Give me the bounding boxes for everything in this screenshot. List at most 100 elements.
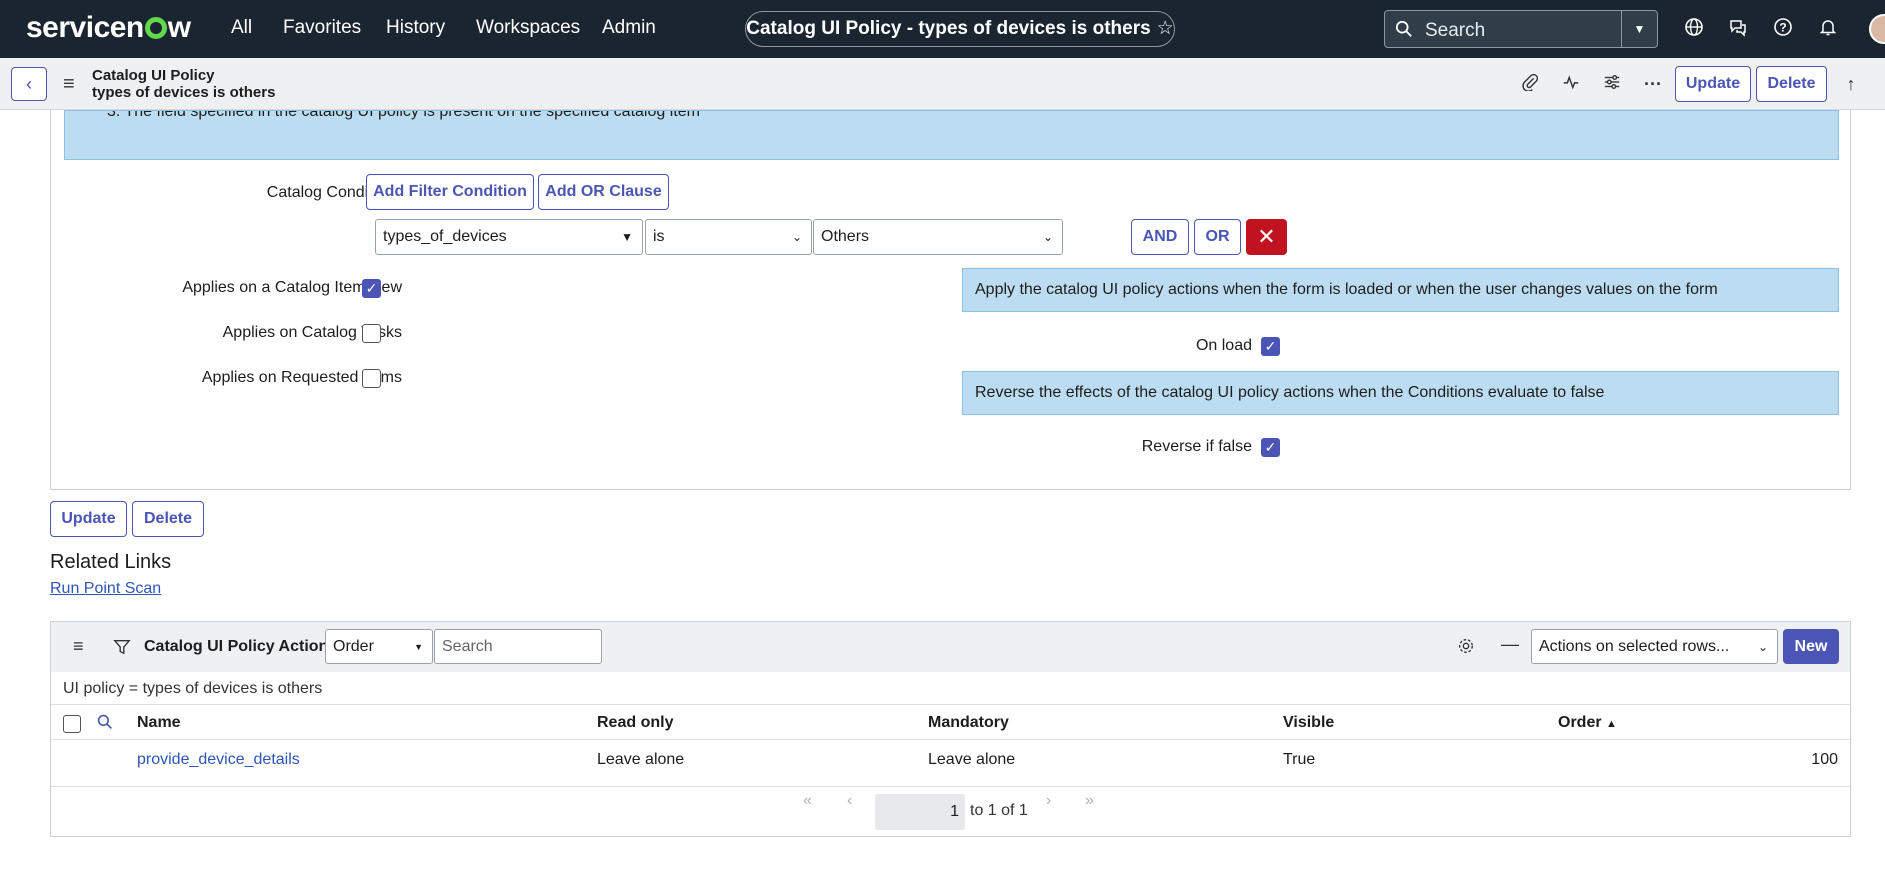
favorite-star-icon[interactable]: ☆: [1157, 18, 1174, 39]
more-options-icon[interactable]: ···: [1642, 73, 1664, 95]
scroll-top-arrow-icon[interactable]: ↑: [1840, 73, 1862, 95]
row-divider: [51, 739, 1850, 740]
list-actions-value: Actions on selected rows...: [1539, 638, 1730, 655]
column-search-icon[interactable]: [97, 714, 113, 730]
applies-catalog-item-view-checkbox[interactable]: ✓: [362, 279, 381, 298]
list-actions-select[interactable]: Actions on selected rows... ⌄: [1531, 629, 1778, 664]
and-button[interactable]: AND: [1131, 219, 1189, 255]
list-search-input[interactable]: Search: [434, 629, 602, 664]
column-mandatory[interactable]: Mandatory: [928, 714, 1009, 732]
next-page-icon[interactable]: ›: [1046, 792, 1051, 810]
header-delete-button[interactable]: Delete: [1756, 66, 1827, 102]
row-visible: True: [1283, 751, 1316, 768]
column-order[interactable]: Order ▲: [1558, 714, 1617, 732]
globe-icon[interactable]: [1683, 17, 1705, 39]
row-name-link[interactable]: provide_device_details: [137, 751, 300, 769]
reverse-if-false-label: Reverse if false: [1141, 438, 1252, 455]
previous-page-icon[interactable]: ‹: [847, 792, 852, 810]
conditions-info-box: 3. The field specified in the catalog UI…: [64, 110, 1839, 160]
applies-catalog-tasks-label: Applies on Catalog Tasks: [222, 324, 402, 341]
form-title-record: types of devices is others: [92, 84, 276, 101]
list-filter-breadcrumb: UI policy = types of devices is others: [63, 680, 323, 697]
nav-history[interactable]: History: [386, 17, 445, 39]
activity-stream-icon[interactable]: [1560, 73, 1582, 95]
onload-info-text: Apply the catalog UI policy actions when…: [975, 281, 1718, 298]
condition-value-select[interactable]: Others ⌄: [813, 219, 1063, 255]
select-all-checkbox[interactable]: [63, 715, 81, 733]
first-page-icon[interactable]: «: [803, 792, 812, 810]
related-list-title: Catalog UI Policy Actions: [144, 638, 338, 655]
nav-admin[interactable]: Admin: [602, 17, 656, 39]
search-scope-dropdown-icon[interactable]: ▼: [1621, 11, 1657, 47]
caret-down-icon: ▼: [621, 230, 633, 244]
checkmark-icon: ✓: [1264, 338, 1277, 354]
condition-value-value: Others: [821, 228, 870, 245]
or-button[interactable]: OR: [1194, 219, 1241, 255]
row-read-only: Leave alone: [597, 751, 685, 768]
checkmark-icon: ✓: [1264, 439, 1277, 455]
applies-requested-items-checkbox[interactable]: [362, 369, 381, 388]
form-title-table: Catalog UI Policy: [92, 67, 215, 84]
update-button[interactable]: Update: [50, 501, 127, 537]
svg-text:?: ?: [1779, 21, 1786, 35]
pager-range-text: to 1 of 1: [970, 802, 1028, 819]
attachment-icon[interactable]: [1519, 73, 1541, 95]
top-nav: servicen w All Favorites History Workspac…: [0, 0, 1885, 58]
on-load-label: On load: [1195, 337, 1252, 354]
record-title: Catalog UI Policy - types of devices is …: [746, 18, 1151, 39]
run-point-scan-link[interactable]: Run Point Scan: [50, 580, 161, 598]
help-icon[interactable]: ?: [1772, 17, 1794, 39]
record-title-pill[interactable]: Catalog UI Policy - types of devices is …: [745, 11, 1175, 47]
close-icon: ✕: [1257, 224, 1276, 249]
reverse-info-box: Reverse the effects of the catalog UI po…: [962, 371, 1839, 415]
filter-icon[interactable]: [113, 638, 131, 656]
condition-field-select[interactable]: types_of_devices ▼: [375, 219, 643, 255]
form-header: ‹ ≡ Catalog UI Policy types of devices i…: [0, 58, 1885, 110]
applies-requested-items-label: Applies on Requested Items: [201, 369, 402, 386]
context-menu-icon[interactable]: ≡: [63, 73, 75, 96]
global-search[interactable]: Search ▼: [1384, 10, 1658, 48]
row-mandatory: Leave alone: [928, 751, 1016, 768]
applies-catalog-item-view-label: Applies on a Catalog Item view: [182, 279, 402, 296]
collapse-minus-icon[interactable]: —: [1501, 634, 1519, 655]
reverse-info-text: Reverse the effects of the catalog UI po…: [975, 384, 1605, 401]
list-order-select[interactable]: Order ▼: [325, 629, 433, 664]
list-menu-icon[interactable]: ≡: [73, 636, 84, 657]
form-card: 3. The field specified in the catalog UI…: [50, 110, 1851, 490]
list-search-placeholder: Search: [442, 638, 493, 655]
on-load-checkbox[interactable]: ✓: [1261, 337, 1280, 356]
search-icon: [1395, 20, 1412, 37]
reverse-if-false-checkbox[interactable]: ✓: [1261, 438, 1280, 457]
gear-icon[interactable]: [1457, 637, 1475, 655]
column-read-only[interactable]: Read only: [597, 714, 673, 732]
column-order-label: Order: [1558, 714, 1602, 731]
condition-operator-select[interactable]: is ⌄: [645, 219, 812, 255]
nav-all[interactable]: All: [231, 17, 252, 39]
user-avatar[interactable]: [1869, 14, 1885, 44]
back-button[interactable]: ‹: [11, 67, 47, 101]
sort-ascending-icon: ▲: [1606, 718, 1617, 730]
remove-condition-button[interactable]: ✕: [1246, 219, 1287, 255]
nav-workspaces[interactable]: Workspaces: [476, 17, 580, 39]
delete-button[interactable]: Delete: [132, 501, 204, 537]
chevron-down-icon: ⌄: [1757, 640, 1768, 654]
last-page-icon[interactable]: »: [1085, 792, 1094, 810]
header-update-button[interactable]: Update: [1675, 66, 1751, 102]
new-button[interactable]: New: [1783, 629, 1839, 664]
column-name[interactable]: Name: [137, 714, 181, 732]
caret-down-icon: ▼: [414, 642, 423, 652]
notifications-bell-icon[interactable]: [1817, 17, 1839, 39]
column-visible[interactable]: Visible: [1283, 714, 1334, 732]
related-list: ≡ Catalog UI Policy Actions Order ▼ Searc…: [50, 621, 1851, 837]
chat-icon[interactable]: [1727, 17, 1749, 39]
servicenow-logo[interactable]: servicen w: [26, 11, 191, 45]
header-divider: [51, 704, 1850, 705]
personalize-form-icon[interactable]: [1601, 73, 1623, 95]
add-filter-condition-button[interactable]: Add Filter Condition: [366, 174, 534, 210]
applies-catalog-tasks-checkbox[interactable]: [362, 324, 381, 343]
nav-favorites[interactable]: Favorites: [283, 17, 361, 39]
page-number-input[interactable]: 1: [875, 794, 965, 830]
related-links-heading: Related Links: [50, 551, 172, 573]
footer-divider: [51, 786, 1850, 787]
add-or-clause-button[interactable]: Add OR Clause: [538, 174, 669, 210]
